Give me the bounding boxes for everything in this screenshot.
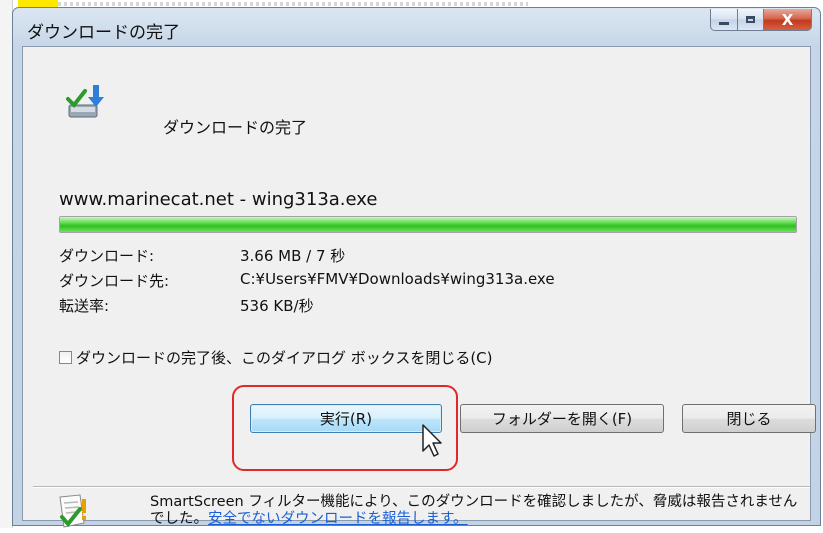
close-on-complete-checkbox[interactable] <box>59 351 72 364</box>
destination-label: ダウンロード先: <box>59 272 170 290</box>
caption-buttons: X <box>710 9 812 31</box>
smartscreen-shield-icon <box>59 494 86 528</box>
download-complete-icon <box>66 85 104 118</box>
open-folder-button[interactable]: フォルダーを開く(F) <box>460 404 664 433</box>
smartscreen-message: SmartScreen フィルター機能により、このダウンロードを確認しましたが、… <box>150 494 810 528</box>
minimize-button[interactable] <box>710 9 738 31</box>
maximize-icon <box>746 16 755 23</box>
destination-value: C:¥Users¥FMV¥Downloads¥wing313a.exe <box>240 270 555 288</box>
downloaded-label: ダウンロード: <box>59 247 155 265</box>
header-title: ダウンロードの完了 <box>163 118 308 137</box>
report-unsafe-download-link[interactable]: 安全でないダウンロードを報告します。 <box>208 511 468 527</box>
downloaded-value: 3.66 MB / 7 秒 <box>240 247 346 265</box>
window-title: ダウンロードの完了 <box>27 23 180 43</box>
close-window-button[interactable]: X <box>764 9 812 31</box>
divider <box>33 486 810 488</box>
dialog-body: ダウンロードの完了 www.marinecat.net - wing313a.e… <box>22 46 816 528</box>
download-complete-dialog: ダウンロードの完了 X ダウンロードの完了 www.marinecat.net … <box>12 7 821 528</box>
download-source: www.marinecat.net - wing313a.exe <box>59 189 378 210</box>
transfer-rate-label: 転送率: <box>59 297 110 315</box>
minimize-icon <box>719 22 729 25</box>
maximize-button[interactable] <box>738 9 764 31</box>
background-text-fragment <box>58 2 528 6</box>
run-button[interactable]: 実行(R) <box>250 404 442 433</box>
mouse-cursor-icon <box>422 424 442 457</box>
progress-bar <box>59 216 797 233</box>
close-icon: X <box>781 10 794 29</box>
transfer-rate-value: 536 KB/秒 <box>240 297 314 315</box>
close-on-complete-label: ダウンロードの完了後、このダイアログ ボックスを閉じる(C) <box>76 349 493 367</box>
close-button[interactable]: 閉じる <box>682 404 816 433</box>
close-on-complete-option[interactable]: ダウンロードの完了後、このダイアログ ボックスを閉じる(C) <box>59 347 493 368</box>
progress-fill <box>60 217 796 232</box>
title-bar[interactable]: ダウンロードの完了 X <box>13 8 820 44</box>
